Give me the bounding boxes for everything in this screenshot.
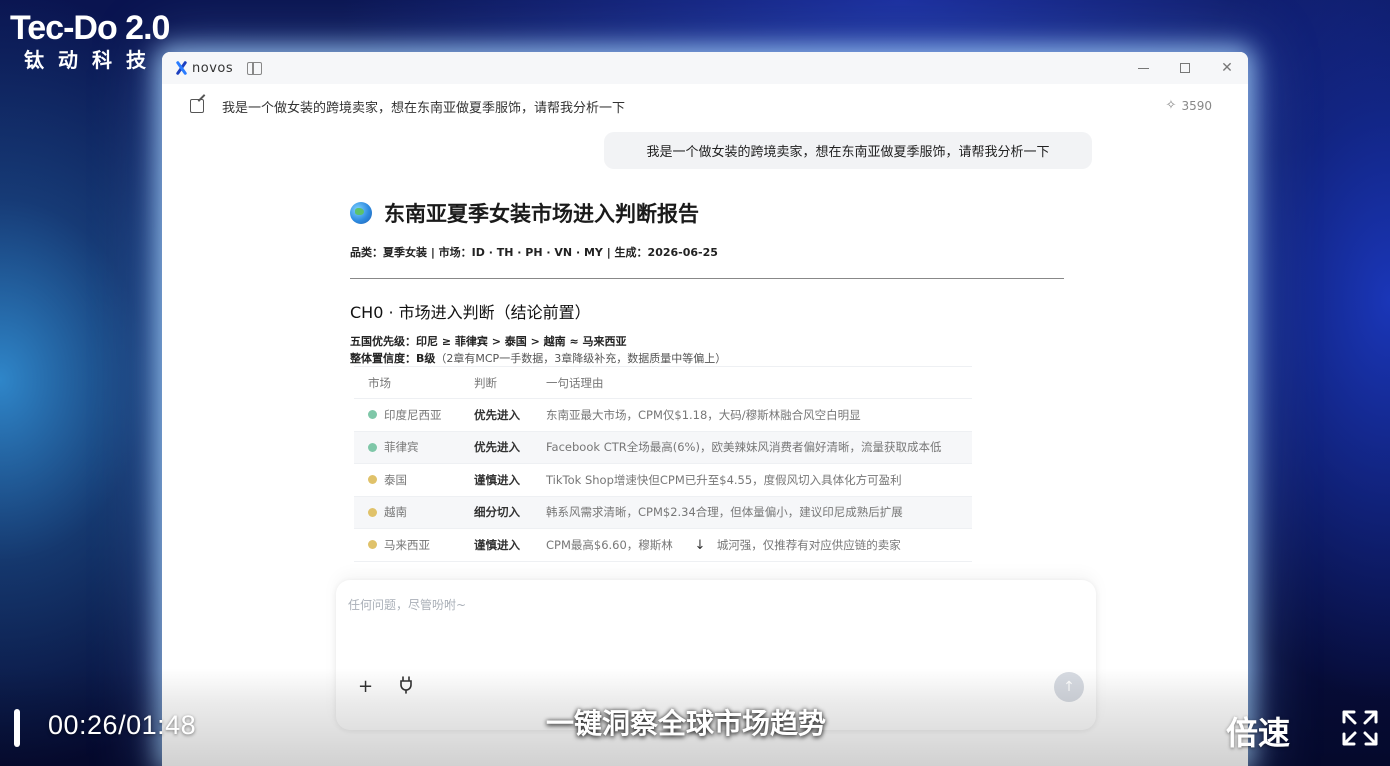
confidence-label: 整体置信度： [350,352,416,365]
market-reason: TikTok Shop增速快但CPM已升至$4.55，度假风切入具体化方可盈利 [546,472,902,487]
divider [350,278,1064,279]
edit-icon[interactable] [190,99,204,113]
brand-title: Tec-Do 2.0 [10,9,170,47]
market-name: 印度尼西亚 [384,407,442,422]
window-controls: ✕ [1122,52,1248,84]
market-name: 菲律宾 [384,440,419,455]
status-dot-icon [368,507,377,517]
confidence-note: （2章有MCP一手数据，3章降级补充，数据质量中等偏上） [435,352,727,365]
fullscreen-icon[interactable] [1340,708,1380,748]
market-verdict: 优先进入 [474,407,520,422]
brand-logo: Tec-Do 2.0 钛动科技 [10,8,170,72]
confidence-value: B级 [416,352,436,365]
table-row: 泰国 谨慎进入 TikTok Shop增速快但CPM已升至$4.55，度假风切入… [354,464,972,497]
report-meta: 品类：夏季女装 | 市场：ID · TH · PH · VN · MY | 生成… [350,246,718,259]
table-header-row: 市场 判断 一句话理由 [354,367,972,399]
close-button[interactable]: ✕ [1206,52,1248,84]
market-verdict: 谨慎进入 [474,472,520,487]
report-content: 东南亚夏季女装市场进入判断报告 品类：夏季女装 | 市场：ID · TH · P… [350,198,1070,367]
credits-counter: ✧ 3590 [1166,98,1212,113]
user-message-bubble: 我是一个做女装的跨境卖家，想在东南亚做夏季服饰，请帮我分析一下 [604,132,1092,169]
market-verdict: 谨慎进入 [474,537,520,552]
priority-summary: 五国优先级：印尼 ≥ 菲律宾 > 泰国 > 越南 ≈ 马来西亚 整体置信度：B级… [350,333,1070,367]
conversation-header: 我是一个做女装的跨境卖家，想在东南亚做夏季服饰，请帮我分析一下 ✧ 3590 [162,84,1248,128]
market-verdict: 优先进入 [474,440,520,455]
report-title-text: 东南亚夏季女装市场进入判断报告 [384,202,699,226]
status-dot-icon [368,442,377,452]
market-name: 马来西亚 [384,537,430,552]
market-reason: CPM最高$6.60，穆斯林 城河强，仅推荐有对应供应链的卖家 [546,537,901,552]
sidebar-toggle-icon[interactable] [247,61,263,75]
table-row: 马来西亚 谨慎进入 CPM最高$6.60，穆斯林 城河强，仅推荐有对应供应链的卖家 [354,529,972,562]
maximize-icon [1180,63,1190,73]
market-reason: 东南亚最大市场，CPM仅$1.18，大码/穆斯林融合风空白明显 [546,407,861,422]
title-bar: novos ✕ [162,52,1248,84]
chapter-title: CH0 · 市场进入判断（结论前置） [350,303,591,322]
minimize-icon [1137,67,1149,69]
app-window: novos ✕ 我是一个做女装的跨境卖家，想在东南亚做夏季服饰，请帮我分析一下 … [162,52,1248,766]
table-row: 菲律宾 优先进入 Facebook CTR全场最高(6%)，欧美辣妹风消费者偏好… [354,431,972,464]
market-name: 泰国 [384,472,407,487]
priority-label: 五国优先级： [350,335,416,348]
status-dot-icon [368,540,377,550]
globe-icon [350,202,372,224]
market-reason: Facebook CTR全场最高(6%)，欧美辣妹风消费者偏好清晰，流量获取成本… [546,440,942,455]
market-name: 越南 [384,505,407,520]
priority-value: 印尼 ≥ 菲律宾 > 泰国 > 越南 ≈ 马来西亚 [416,335,627,348]
conversation-title: 我是一个做女装的跨境卖家，想在东南亚做夏季服饰，请帮我分析一下 [222,100,626,116]
table-header-market: 市场 [368,375,391,390]
playback-speed-button[interactable]: 倍速 [1226,708,1290,754]
app-logo: novos [174,61,233,76]
table-row: 印度尼西亚 优先进入 东南亚最大市场，CPM仅$1.18，大码/穆斯林融合风空白… [354,399,972,432]
market-reason: 韩系风需求清晰，CPM$2.34合理，但体量偏小，建议印尼成熟后扩展 [546,505,903,520]
progress-handle[interactable] [14,709,20,747]
status-dot-icon [368,410,377,420]
chat-input[interactable] [348,598,1048,612]
minimize-button[interactable] [1122,52,1164,84]
status-dot-icon [368,475,377,485]
table-header-reason: 一句话理由 [546,375,604,390]
market-table: 市场 判断 一句话理由 印度尼西亚 优先进入 东南亚最大市场，CPM仅$1.18… [354,366,972,562]
maximize-button[interactable] [1164,52,1206,84]
sparkle-icon: ✧ [1165,98,1177,113]
novos-logo-icon [174,61,188,75]
video-subtitle: 一键洞察全球市场趋势 [546,707,827,740]
brand-subtitle: 钛动科技 [24,48,160,72]
scroll-down-arrow-icon[interactable]: ↓ [692,538,708,554]
close-icon: ✕ [1221,60,1233,76]
video-timecode: 00:26/01:48 [48,710,197,740]
report-title: 东南亚夏季女装市场进入判断报告 [350,198,1070,228]
market-verdict: 细分切入 [474,505,520,520]
table-row: 越南 细分切入 韩系风需求清晰，CPM$2.34合理，但体量偏小，建议印尼成熟后… [354,496,972,529]
app-name: novos [192,60,234,76]
credits-value: 3590 [1181,98,1212,113]
table-header-verdict: 判断 [474,375,497,390]
